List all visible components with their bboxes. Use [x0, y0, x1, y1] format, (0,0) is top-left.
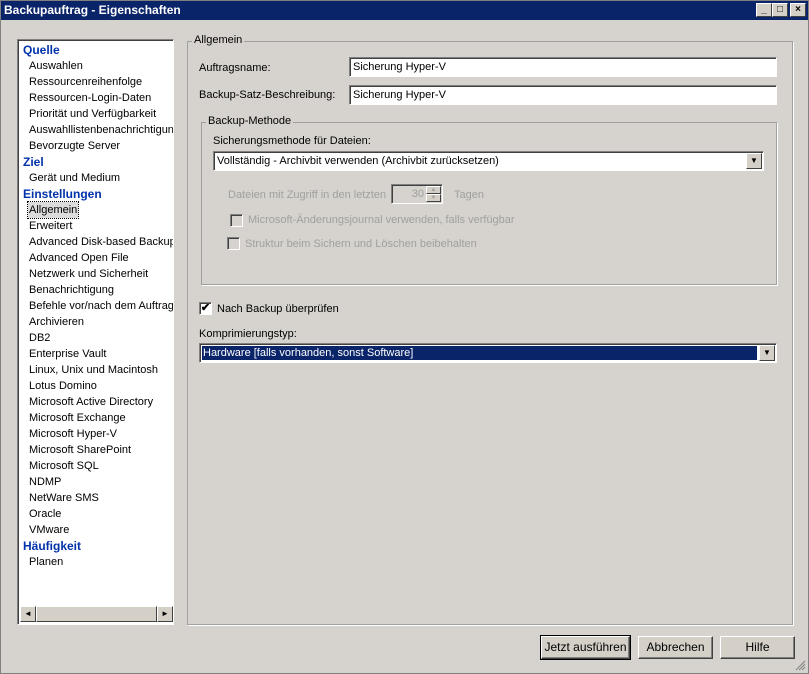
- tree-item[interactable]: Auswahllistenbenachrichtigung: [28, 122, 173, 138]
- run-now-button[interactable]: Jetzt ausführen: [540, 635, 631, 660]
- tree-item[interactable]: Gerät und Medium: [28, 170, 121, 186]
- days-spinner[interactable]: 30 ▲ ▼: [391, 184, 443, 204]
- tree-item[interactable]: VMware: [28, 522, 70, 538]
- tree-item[interactable]: Advanced Open File: [28, 250, 130, 266]
- tree-item[interactable]: Erweitert: [28, 218, 73, 234]
- scroll-left-button[interactable]: ◄: [20, 606, 36, 622]
- description-label: Backup-Satz-Beschreibung:: [199, 89, 336, 101]
- tree-item[interactable]: Ressourcen-Login-Daten: [28, 90, 152, 106]
- tree-item[interactable]: Archivieren: [28, 314, 85, 330]
- tree-item[interactable]: Benachrichtigung: [28, 282, 115, 298]
- journal-checkbox[interactable]: [230, 214, 243, 227]
- journal-label: Microsoft-Änderungsjournal verwenden, fa…: [248, 214, 515, 226]
- tree-item[interactable]: Lotus Domino: [28, 378, 98, 394]
- tree-item[interactable]: Microsoft Active Directory: [28, 394, 154, 410]
- job-name-label: Auftragsname:: [199, 62, 271, 74]
- minimize-button[interactable]: _: [756, 3, 772, 17]
- verify-label: Nach Backup überprüfen: [217, 303, 339, 315]
- backup-method-group-label: Backup-Methode: [206, 115, 294, 127]
- structure-checkbox[interactable]: [227, 237, 240, 250]
- job-name-input[interactable]: Sicherung Hyper-V: [349, 57, 777, 77]
- title-bar[interactable]: Backupauftrag - Eigenschaften _ □ ×: [1, 1, 808, 20]
- maximize-button[interactable]: □: [772, 3, 788, 17]
- tree-item[interactable]: Linux, Unix und Macintosh: [28, 362, 159, 378]
- verify-checkbox[interactable]: ✔: [199, 302, 212, 315]
- days-label: Dateien mit Zugriff in den letzten: [228, 189, 387, 201]
- structure-label: Struktur beim Sichern und Löschen beibeh…: [245, 238, 477, 250]
- spin-up-icon[interactable]: ▲: [426, 186, 441, 194]
- tree-item[interactable]: Microsoft SharePoint: [28, 442, 132, 458]
- tree-item[interactable]: Oracle: [28, 506, 62, 522]
- compression-select[interactable]: Hardware [falls vorhanden, sonst Softwar…: [199, 343, 777, 363]
- description-input[interactable]: Sicherung Hyper-V: [349, 85, 777, 105]
- days-unit-label: Tagen: [454, 189, 484, 201]
- tree-item[interactable]: Allgemein: [26, 201, 80, 219]
- tree-heading[interactable]: Ziel: [23, 154, 44, 170]
- tree-item[interactable]: NDMP: [28, 474, 62, 490]
- compression-value: Hardware [falls vorhanden, sonst Softwar…: [201, 345, 758, 361]
- tree-item[interactable]: Microsoft Exchange: [28, 410, 127, 426]
- tree-item[interactable]: Advanced Disk-based Backup: [28, 234, 173, 250]
- tree-item[interactable]: NetWare SMS: [28, 490, 100, 506]
- resize-grip-icon[interactable]: [794, 659, 806, 671]
- close-button[interactable]: ×: [790, 3, 806, 17]
- tree-item[interactable]: Netzwerk und Sicherheit: [28, 266, 149, 282]
- scroll-thumb[interactable]: [36, 606, 157, 622]
- tree-item[interactable]: DB2: [28, 330, 51, 346]
- days-value: 30: [411, 188, 424, 200]
- backup-method-select[interactable]: Vollständig - Archivbit verwenden (Archi…: [213, 151, 764, 171]
- tree-item[interactable]: Planen: [28, 554, 64, 570]
- chevron-down-icon[interactable]: ▼: [746, 153, 762, 169]
- tree-item[interactable]: Microsoft Hyper-V: [28, 426, 118, 442]
- tree-item[interactable]: Enterprise Vault: [28, 346, 107, 362]
- help-button[interactable]: Hilfe: [720, 636, 795, 659]
- general-group-label: Allgemein: [192, 34, 245, 46]
- tree-item[interactable]: Priorität und Verfügbarkeit: [28, 106, 157, 122]
- tree-heading[interactable]: Häufigkeit: [23, 538, 81, 554]
- chevron-down-icon[interactable]: ▼: [759, 345, 775, 361]
- tree-item[interactable]: Bevorzugte Server: [28, 138, 121, 154]
- tree-item[interactable]: Ressourcenreihenfolge: [28, 74, 143, 90]
- horizontal-scrollbar[interactable]: ◄ ►: [20, 606, 173, 622]
- window-title: Backupauftrag - Eigenschaften: [4, 3, 181, 17]
- properties-window: Backupauftrag - Eigenschaften _ □ × Quel…: [0, 0, 809, 674]
- spin-down-icon[interactable]: ▼: [426, 194, 441, 202]
- navigation-tree[interactable]: Quelle Auswahlen Ressourcenreihenfolge Ress…: [17, 39, 174, 625]
- backup-method-value: Vollständig - Archivbit verwenden (Archi…: [217, 155, 499, 167]
- cancel-button[interactable]: Abbrechen: [638, 636, 713, 659]
- method-label: Sicherungsmethode für Dateien:: [213, 135, 371, 147]
- tree-item[interactable]: Microsoft SQL: [28, 458, 100, 474]
- tree-list: Quelle Auswahlen Ressourcenreihenfolge Ress…: [20, 42, 173, 606]
- tree-item[interactable]: Auswahlen: [28, 58, 84, 74]
- tree-heading[interactable]: Einstellungen: [23, 186, 102, 202]
- scroll-right-button[interactable]: ►: [157, 606, 173, 622]
- tree-heading[interactable]: Quelle: [23, 42, 60, 58]
- tree-item[interactable]: Befehle vor/nach dem Auftrag: [28, 298, 173, 314]
- compression-label: Komprimierungstyp:: [199, 328, 297, 340]
